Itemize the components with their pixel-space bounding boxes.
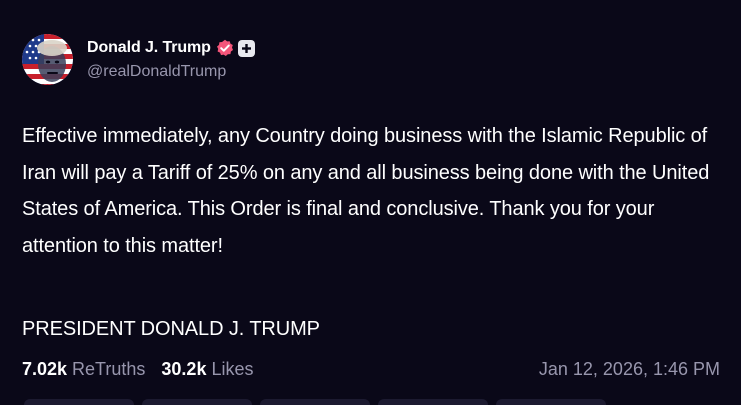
display-name[interactable]: Donald J. Trump — [87, 39, 211, 57]
action-button-peek[interactable] — [378, 399, 488, 405]
likes-label: Likes — [211, 358, 254, 379]
name-row: Donald J. Trump — [87, 37, 255, 59]
retruths-stat[interactable]: 7.02k ReTruths — [22, 359, 145, 380]
author-handle[interactable]: @realDonaldTrump — [87, 63, 255, 81]
action-button-peek[interactable] — [496, 399, 606, 405]
verified-badge-icon — [216, 39, 234, 57]
post-timestamp[interactable]: Jan 12, 2026, 1:46 PM — [539, 359, 720, 380]
retruths-count: 7.02k — [22, 358, 68, 379]
avatar-icon — [22, 33, 73, 85]
plus-icon[interactable] — [237, 39, 255, 57]
likes-count: 30.2k — [161, 358, 207, 379]
action-button-peek[interactable] — [260, 399, 370, 405]
author-names: Donald J. Trump @realDonaldTrump — [87, 37, 255, 81]
retruths-label: ReTruths — [72, 358, 146, 379]
post-stats: 7.02k ReTruths 30.2k Likes Jan 12, 2026,… — [22, 356, 720, 382]
post-header: Donald J. Trump @realDonaldTrump — [22, 31, 255, 87]
post-signature: PRESIDENT DONALD J. TRUMP — [22, 318, 320, 340]
avatar[interactable] — [22, 33, 73, 85]
action-bar-peek — [0, 399, 741, 405]
action-button-peek[interactable] — [142, 399, 252, 405]
post-card: Donald J. Trump @realDonaldTrump Effecti… — [0, 0, 741, 405]
post-body: Effective immediately, any Country doing… — [22, 125, 710, 257]
likes-stat[interactable]: 30.2k Likes — [161, 359, 253, 380]
action-button-peek[interactable] — [24, 399, 134, 405]
